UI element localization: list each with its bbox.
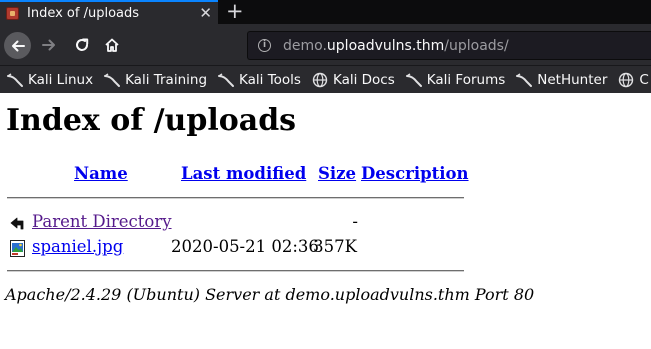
home-icon xyxy=(105,38,119,52)
url-bar[interactable]: i demo.uploadvulns.thm/uploads/ xyxy=(247,31,651,60)
bookmarks-toolbar: Kali Linux Kali Training Kali Tools Kali… xyxy=(0,66,651,93)
kali-dragon-icon xyxy=(7,72,23,87)
kali-dragon-icon xyxy=(104,72,121,87)
back-folder-icon xyxy=(10,217,24,230)
bookmark-kali-training[interactable]: Kali Training xyxy=(103,72,207,88)
list-item: spaniel.jpg 2020-05-21 02:36 357K xyxy=(0,237,651,259)
back-button[interactable] xyxy=(4,32,31,59)
navigation-toolbar: i demo.uploadvulns.thm/uploads/ xyxy=(0,24,651,66)
url-path: /uploads/ xyxy=(444,37,509,54)
active-tab[interactable]: Index of /uploads ✕ xyxy=(0,0,218,24)
reload-button[interactable] xyxy=(70,33,94,57)
home-button[interactable] xyxy=(100,33,124,57)
forward-arrow-icon xyxy=(42,39,55,51)
reload-icon xyxy=(76,38,89,51)
bookmark-kali-forums[interactable]: Kali Forums xyxy=(405,71,506,88)
page-content: Index of /uploads Name Last modified Siz… xyxy=(0,93,651,349)
bookmark-kali-tools[interactable]: Kali Tools xyxy=(217,72,301,88)
sort-by-description-link[interactable]: Description xyxy=(361,164,469,183)
url-prefix: demo. xyxy=(283,37,327,54)
forward-button[interactable] xyxy=(37,33,61,57)
sort-by-last-modified-link[interactable]: Last modified xyxy=(181,164,306,183)
bookmark-label: Kali Training xyxy=(125,71,208,88)
parent-directory-link[interactable]: Parent Directory xyxy=(32,212,172,231)
site-info-icon[interactable]: i xyxy=(258,39,271,52)
list-item: Parent Directory - xyxy=(0,212,651,234)
page-title: Index of /uploads xyxy=(6,103,297,138)
server-signature: Apache/2.4.29 (Ubuntu) Server at demo.up… xyxy=(5,285,535,304)
kali-dragon-icon xyxy=(218,72,235,87)
globe-icon xyxy=(619,72,634,87)
url-text[interactable]: demo.uploadvulns.thm/uploads/ xyxy=(283,38,509,54)
bookmark-kali-linux[interactable]: Kali Linux xyxy=(6,72,93,88)
bookmark-nethunter[interactable]: NetHunter xyxy=(515,72,607,88)
bookmark-label: Kali Tools xyxy=(239,71,301,88)
tab-title: Index of /uploads xyxy=(27,5,140,21)
bookmark-label: NetHunter xyxy=(537,71,608,88)
row-size: 357K xyxy=(313,237,357,256)
sort-by-size-link[interactable]: Size xyxy=(318,164,356,183)
tab-close-icon[interactable]: ✕ xyxy=(199,3,212,23)
bookmark-overflow-c[interactable]: C xyxy=(617,71,649,88)
kali-dragon-icon xyxy=(516,72,533,87)
bookmark-label: C xyxy=(639,71,649,88)
image-file-icon xyxy=(10,240,25,257)
row-size: - xyxy=(352,212,358,231)
bookmark-label: Kali Forums xyxy=(426,71,506,88)
kali-dragon-icon xyxy=(405,72,422,87)
kali-favicon-icon xyxy=(6,6,19,20)
url-domain: uploadvulns.thm xyxy=(326,37,445,54)
browser-chrome: Index of /uploads ✕ + i demo.uploadvulns… xyxy=(0,0,651,93)
tab-strip: Index of /uploads ✕ + xyxy=(0,0,651,24)
bookmark-label: Kali Linux xyxy=(28,71,94,88)
sort-by-name-link[interactable]: Name xyxy=(74,164,128,183)
globe-icon xyxy=(312,72,328,87)
bookmark-label: Kali Docs xyxy=(332,71,395,88)
divider xyxy=(7,270,464,272)
new-tab-button[interactable]: + xyxy=(226,0,244,23)
back-arrow-icon xyxy=(11,40,25,51)
divider xyxy=(7,197,464,199)
file-link-spaniel[interactable]: spaniel.jpg xyxy=(32,237,123,256)
bookmark-kali-docs[interactable]: Kali Docs xyxy=(311,72,395,88)
